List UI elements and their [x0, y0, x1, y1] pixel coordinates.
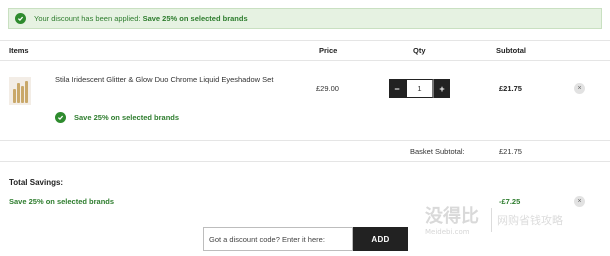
- banner-prefix: Your discount has been applied:: [34, 14, 141, 23]
- decrease-quantity-button[interactable]: −: [389, 79, 405, 98]
- watermark-tagline: 网购省钱攻略: [497, 214, 563, 227]
- remove-item-button[interactable]: ×: [574, 83, 585, 94]
- total-savings-heading: Total Savings:: [9, 178, 64, 187]
- header-qty: Qty: [413, 46, 426, 55]
- item-subtotal: £21.75: [499, 84, 522, 93]
- header-price: Price: [319, 46, 338, 55]
- product-tube: [16, 83, 20, 103]
- product-tube: [12, 89, 16, 103]
- divider: [0, 140, 610, 141]
- divider: [0, 40, 610, 41]
- product-image[interactable]: [9, 77, 31, 105]
- product-tube: [20, 86, 24, 103]
- item-price: £29.00: [316, 84, 339, 93]
- savings-item-label: Save 25% on selected brands: [9, 197, 115, 206]
- check-circle-icon: [15, 13, 26, 24]
- increase-quantity-button[interactable]: +: [434, 79, 450, 98]
- quantity-input[interactable]: [405, 79, 434, 98]
- basket-subtotal-label: Basket Subtotal:: [410, 147, 465, 156]
- discount-applied-banner: Your discount has been applied: Save 25%…: [8, 8, 602, 29]
- add-discount-button[interactable]: ADD: [353, 227, 408, 251]
- banner-highlight: Save 25% on selected brands: [142, 14, 248, 23]
- watermark: 没得比 网购省钱攻略 Meidebi.com: [425, 202, 605, 242]
- watermark-logo: 没得比: [425, 206, 479, 227]
- banner-text: Your discount has been applied: Save 25%…: [34, 14, 248, 23]
- product-tube: [24, 81, 28, 103]
- discount-code-input[interactable]: [203, 227, 353, 251]
- item-promo: Save 25% on selected brands: [55, 112, 179, 123]
- divider: [0, 60, 610, 61]
- basket-subtotal-value: £21.75: [499, 147, 522, 156]
- check-circle-icon: [55, 112, 66, 123]
- product-name-link[interactable]: Stila Iridescent Glitter & Glow Duo Chro…: [55, 75, 285, 85]
- close-icon: ×: [577, 85, 582, 92]
- quantity-stepper: − +: [389, 79, 450, 98]
- watermark-separator: [491, 208, 492, 232]
- divider: [0, 161, 610, 162]
- item-promo-text: Save 25% on selected brands: [74, 113, 180, 122]
- header-subtotal: Subtotal: [496, 46, 526, 55]
- header-items: Items: [9, 46, 29, 55]
- watermark-url: Meidebi.com: [425, 228, 470, 236]
